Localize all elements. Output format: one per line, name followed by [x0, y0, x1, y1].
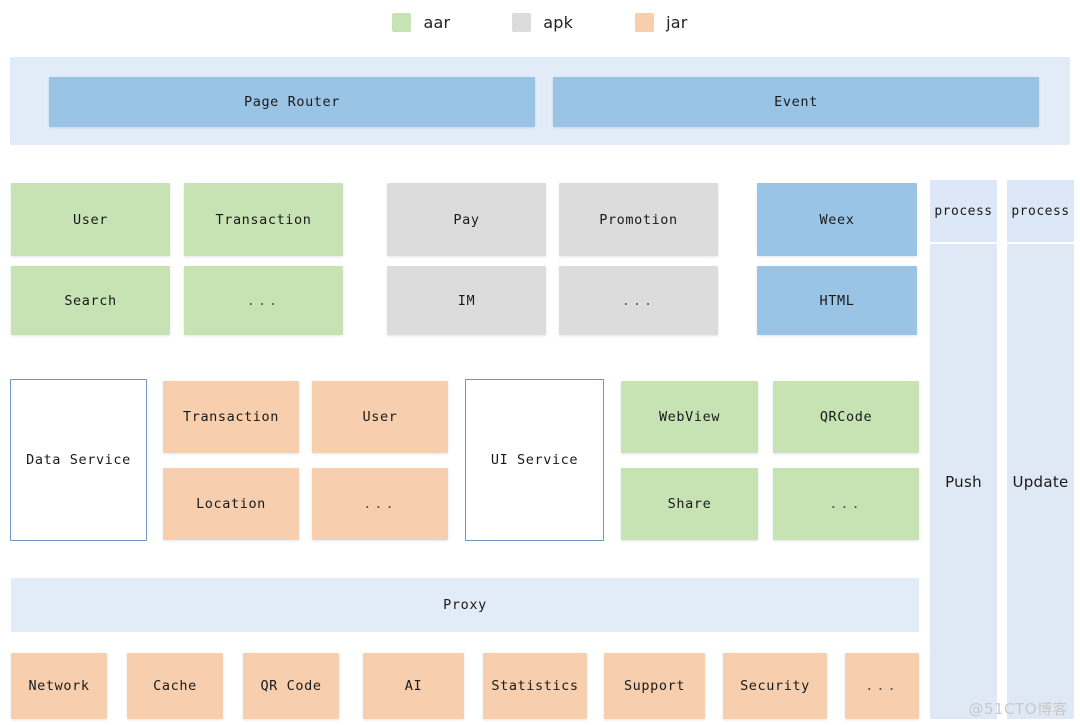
block-statistics[interactable]: Statistics	[483, 653, 587, 719]
block-webview[interactable]: WebView	[621, 381, 758, 453]
legend-item-label: aar	[423, 13, 451, 32]
proxy-label: Proxy	[443, 597, 487, 613]
block-transaction[interactable]: Transaction	[184, 183, 343, 256]
block-business-more[interactable]: ...	[184, 266, 343, 335]
block-search[interactable]: Search	[11, 266, 170, 335]
block-data-user[interactable]: User	[312, 381, 448, 453]
block-im[interactable]: IM	[387, 266, 546, 335]
block-html[interactable]: HTML	[757, 266, 917, 335]
block-foundation-more[interactable]: ...	[845, 653, 919, 719]
block-pay[interactable]: Pay	[387, 183, 546, 256]
square-swatch-icon	[635, 13, 655, 32]
block-promotion[interactable]: Promotion	[559, 183, 718, 256]
square-swatch-icon	[392, 13, 412, 32]
block-page-router[interactable]: Page Router	[49, 77, 535, 127]
square-swatch-icon	[512, 13, 532, 32]
block-cache[interactable]: Cache	[127, 653, 223, 719]
legend-item-aar: aar	[392, 13, 450, 32]
block-event[interactable]: Event	[553, 77, 1039, 127]
legend-item-label: apk	[543, 13, 574, 32]
block-support[interactable]: Support	[604, 653, 705, 719]
block-network[interactable]: Network	[11, 653, 107, 719]
process-column-2-body[interactable]: Update	[1007, 244, 1074, 719]
block-share[interactable]: Share	[621, 468, 758, 540]
block-security[interactable]: Security	[723, 653, 827, 719]
block-user[interactable]: User	[11, 183, 170, 256]
legend-item-apk: apk	[512, 13, 573, 32]
block-data-service[interactable]: Data Service	[10, 379, 147, 541]
watermark: @51CTO博客	[968, 700, 1068, 718]
legend-item-jar: jar	[635, 13, 687, 32]
legend-item-label: jar	[666, 13, 688, 32]
block-ui-more[interactable]: ...	[773, 468, 919, 540]
block-data-more[interactable]: ...	[312, 468, 448, 540]
process-column-2-header: process	[1007, 180, 1074, 242]
block-data-transaction[interactable]: Transaction	[163, 381, 299, 453]
process-column-1-header: process	[930, 180, 997, 242]
legend: aar apk jar	[0, 0, 1080, 45]
block-qr-code[interactable]: QR Code	[243, 653, 339, 719]
block-qrcode[interactable]: QRCode	[773, 381, 919, 453]
block-ui-service[interactable]: UI Service	[465, 379, 604, 541]
process-column-1-body[interactable]: Push	[930, 244, 997, 719]
block-data-location[interactable]: Location	[163, 468, 299, 540]
block-ai[interactable]: AI	[363, 653, 464, 719]
block-weex[interactable]: Weex	[757, 183, 917, 256]
block-apk-more[interactable]: ...	[559, 266, 718, 335]
architecture-diagram: aar apk jar Page Router Event User Trans…	[0, 0, 1080, 725]
